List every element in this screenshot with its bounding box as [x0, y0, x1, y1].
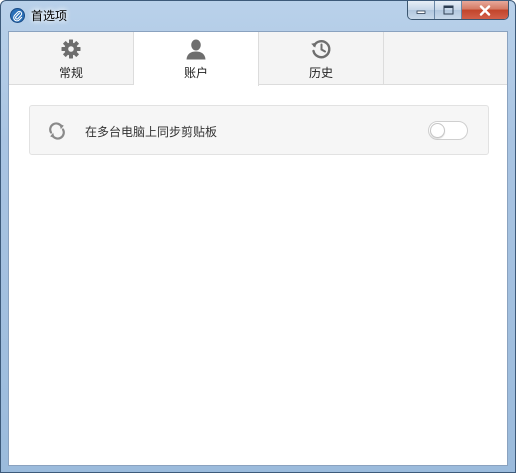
title-bar[interactable]: 首选项 — [1, 1, 515, 31]
tab-bar: 常规 账户 历史 — [9, 32, 507, 86]
tab-account[interactable]: 账户 — [134, 32, 259, 86]
tab-history-label: 历史 — [308, 66, 333, 80]
sync-clipboard-setting: 在多台电脑上同步剪贴板 — [29, 105, 489, 155]
minimize-button[interactable] — [408, 1, 435, 19]
tab-history[interactable]: 历史 — [259, 32, 384, 85]
preferences-content: 常规 账户 历史 在多台电脑上同步剪贴板 — [8, 31, 508, 466]
sync-icon — [47, 121, 67, 141]
minimize-icon — [416, 10, 426, 14]
close-icon — [479, 4, 491, 16]
history-icon — [309, 38, 333, 60]
tab-general[interactable]: 常规 — [9, 32, 134, 85]
gear-icon — [59, 38, 83, 60]
preferences-window: 首选项 常规 账户 历史 在多台电脑上同步剪贴板 — [0, 0, 516, 473]
user-icon — [184, 38, 208, 60]
maximize-icon — [443, 5, 453, 15]
window-title: 首选项 — [31, 9, 68, 23]
maximize-button[interactable] — [435, 1, 462, 19]
sync-clipboard-label: 在多台电脑上同步剪贴板 — [85, 125, 218, 139]
toggle-knob — [430, 123, 445, 138]
window-controls — [407, 1, 509, 20]
sync-clipboard-toggle[interactable] — [428, 121, 468, 140]
close-button[interactable] — [462, 1, 508, 19]
tab-account-label: 账户 — [183, 66, 208, 80]
paperclip-icon — [10, 8, 25, 23]
tab-general-label: 常规 — [58, 66, 83, 80]
